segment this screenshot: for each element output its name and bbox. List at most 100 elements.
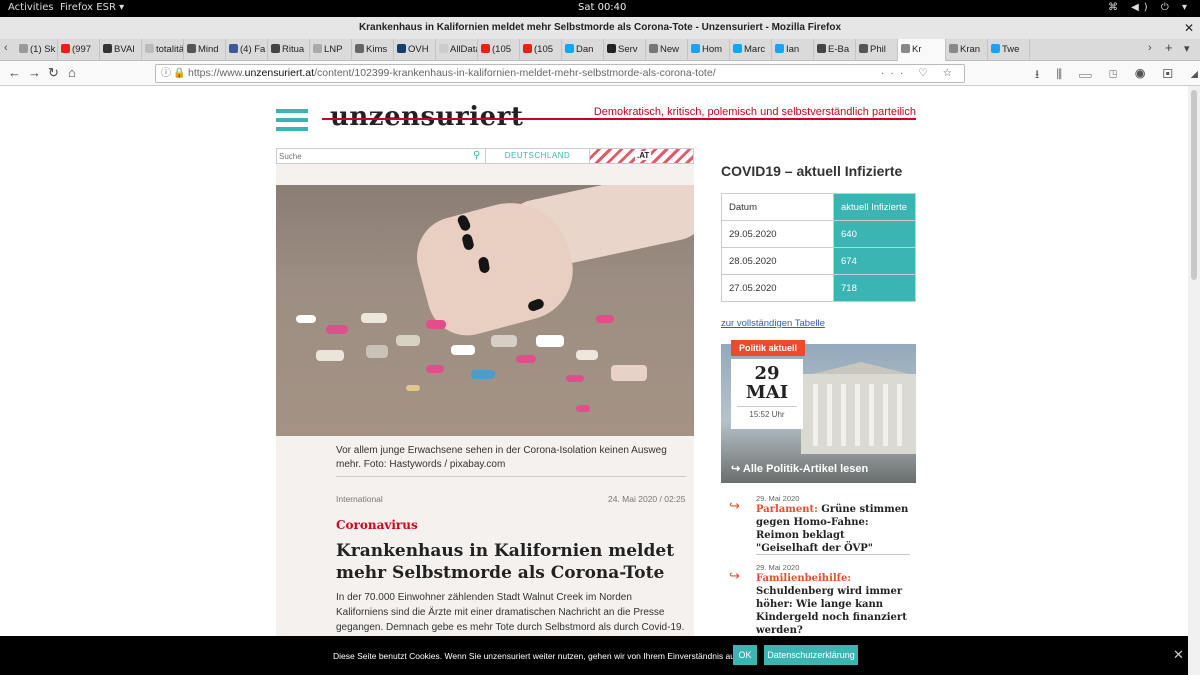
favicon-icon [439,44,448,53]
browser-tab[interactable]: Dan [562,39,604,61]
favicon-icon [817,44,826,53]
tab-label: Dan [576,44,594,55]
new-tab-icon[interactable]: + [1165,40,1173,55]
privacy-policy-button[interactable]: Datenschutzerklärung [764,645,858,665]
arrow-icon: ↪ [729,568,740,583]
close-icon[interactable]: ✕ [1173,647,1184,663]
back-icon[interactable]: ← [8,65,21,80]
tab-scroll-right-icon[interactable]: › [1148,42,1152,54]
full-table-link[interactable]: zur vollständigen Tabelle [721,318,825,329]
browser-tab[interactable]: Ritua [268,39,310,61]
table-cell: 28.05.2020 [721,247,834,275]
favicon-icon [103,44,112,53]
article-date: 24. Mai 2020 / 02:25 [608,494,686,504]
browser-tab[interactable]: LNP [310,39,352,61]
nav-deutschland[interactable]: DEUTSCHLAND [485,149,589,163]
url-text[interactable]: https://www.unzensuriert.at/content/1023… [188,65,716,82]
favicon-icon [187,44,196,53]
nav-at[interactable]: .AT [589,149,693,163]
browser-tab[interactable]: Kran [946,39,988,61]
favicon-icon [949,44,958,53]
covid-widget-title: COVID19 – aktuell Infizierte [721,163,903,179]
news-item[interactable]: 29. Mai 2020 Parlament: Grüne stimmen ge… [756,494,910,555]
tab-label: New [660,44,680,55]
browser-tab[interactable]: OVH [394,39,436,61]
politik-teaser[interactable]: 29 MAI 15:52 Uhr ↪ Alle Politik-Artikel … [721,344,916,483]
favicon-icon [565,44,574,53]
scrollbar[interactable] [1188,86,1200,675]
article-kicker[interactable]: Coronavirus [336,518,418,532]
tab-label: (105 [492,44,512,55]
news-title: Parlament: Grüne stimmen gegen Homo-Fahn… [756,504,909,554]
table-header-cell: Datum [721,193,834,221]
browser-tab[interactable]: (4) Fa [226,39,268,61]
forward-icon[interactable]: → [28,65,41,80]
scrollbar-thumb[interactable] [1191,90,1197,280]
window-title: Krankenhaus in Kalifornien meldet mehr S… [358,22,842,33]
news-date: 29. Mai 2020 [756,494,800,503]
browser-tab[interactable]: Serv [604,39,646,61]
site-logo[interactable]: unzensuriert [330,102,523,132]
app-menu[interactable]: Firefox ESR ▾ [60,2,124,13]
home-icon[interactable]: ⌂ [68,65,76,80]
clock[interactable]: Sat 00:40 [578,2,626,13]
table-row: 28.05.2020 674 [721,247,916,275]
search-icon[interactable]: ⚲ [473,150,480,161]
menu-icon[interactable] [276,109,308,131]
browser-tab[interactable]: Kr [898,39,946,61]
browser-tab[interactable]: Ian [772,39,814,61]
browser-tab[interactable]: AllData [436,39,478,61]
browser-tab[interactable]: New [646,39,688,61]
date-day: 29 [754,363,780,384]
browser-tab[interactable]: Mind [184,39,226,61]
tab-scroll-left-icon[interactable]: ‹ [4,42,8,54]
divider [756,554,910,555]
url-bar[interactable]: ⓘ 🔒 https://www.unzensuriert.at/content/… [155,64,965,83]
favicon-icon [481,44,490,53]
page-actions-icons[interactable]: ··· ♡ ☆ [881,65,958,82]
browser-tab[interactable]: E-Ba [814,39,856,61]
tab-list: (1) Sk (997 BVAI totalitär Mind (4) Fa Ritua LN… [16,39,1140,61]
site-info-icon[interactable]: ⓘ [161,65,171,82]
browser-tab[interactable]: (105 [520,39,562,61]
news-item[interactable]: 29. Mai 2020 Familienbeihilfe: Schuldenb… [756,563,910,637]
article-headline: Krankenhaus in Kalifornien meldet mehr S… [336,541,675,583]
favicon-icon [61,44,70,53]
browser-tab[interactable]: BVAI [100,39,142,61]
browser-tab[interactable]: Hom [688,39,730,61]
tab-label: (1) Sk [30,44,56,55]
browser-tab[interactable]: (105 [478,39,520,61]
system-top-bar: Activities Firefox ESR ▾ Sat 00:40 ⌘ ◀) … [0,0,1200,17]
favicon-icon [691,44,700,53]
browser-tab[interactable]: Phil [856,39,898,61]
tab-label: (105 [534,44,554,55]
search-input[interactable] [279,150,474,162]
browser-tab[interactable]: totalitär [142,39,184,61]
toolbar-icons[interactable]: ⭳ ⫼ ▭ ◳ ◉ ▣ ◢ ≡ [1035,65,1200,86]
table-header-row: Datum aktuell Infizierte [721,193,916,221]
tab-label: LNP [324,44,343,55]
favicon-icon [649,44,658,53]
cookie-ok-button[interactable]: OK [733,645,757,665]
window-close-icon[interactable]: ✕ [1184,17,1194,39]
site-search-bar: ⚲ DEUTSCHLAND .AT [276,148,694,164]
activities-button[interactable]: Activities [8,2,54,13]
favicon-icon [229,44,238,53]
browser-tab[interactable]: Kims [352,39,394,61]
all-politics-link[interactable]: ↪ Alle Politik-Artikel lesen [731,462,868,475]
web-page: unzensuriert Demokratisch, kritisch, pol… [0,86,1188,675]
reload-icon[interactable]: ↻ [48,65,59,81]
browser-tab[interactable]: (997 [58,39,100,61]
covid-table: Datum aktuell Infizierte 29.05.2020 640 … [721,193,916,302]
date-time: 15:52 Uhr [737,406,797,419]
article-category[interactable]: International [336,494,383,504]
system-tray[interactable]: ⌘ ◀) ⏻ ▾ [1108,2,1192,13]
favicon-icon [775,44,784,53]
browser-tab[interactable]: Twe [988,39,1030,61]
browser-tab[interactable]: (1) Sk [16,39,58,61]
browser-tab[interactable]: Marc [730,39,772,61]
favicon-icon [271,44,280,53]
date-month: MAI [745,382,789,403]
tab-list-dropdown-icon[interactable]: ▾ [1184,42,1190,55]
tab-label: E-Ba [828,44,850,55]
